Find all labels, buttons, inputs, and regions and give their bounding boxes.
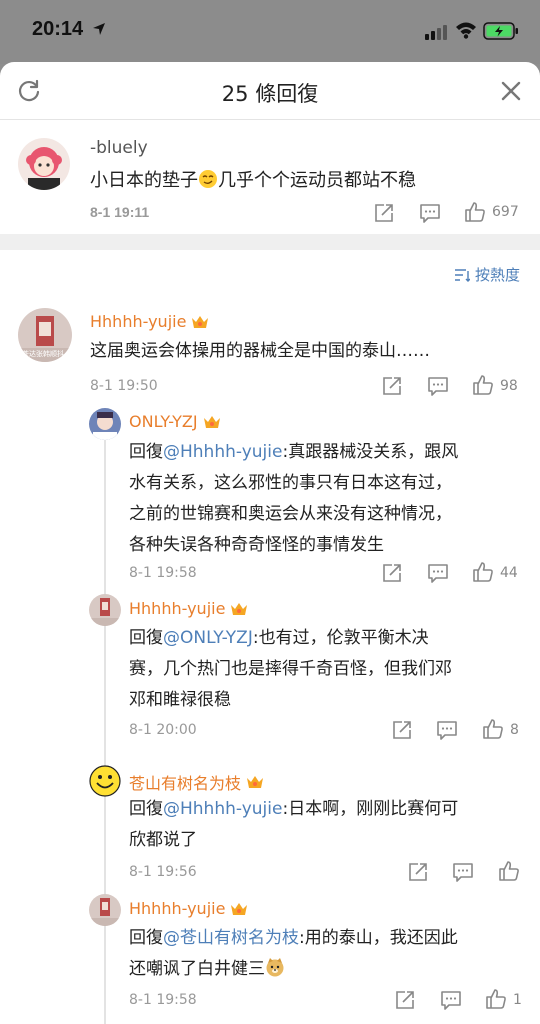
emoji-face-icon [199, 170, 217, 188]
reply-line: :也有过，伦敦平衡木决 [252, 628, 429, 648]
reply-prefix: 回復 [129, 799, 163, 819]
reply-text: 回復@Hhhhh-yujie:日本啊，刚刚比赛何可 欣都说了 [129, 794, 458, 856]
comment-icon[interactable] [419, 202, 441, 224]
reply-author-name: Hhhhh-yujie [129, 599, 226, 618]
reply-time: 8-1 19:58 [129, 565, 197, 581]
like-count: 44 [500, 565, 518, 581]
location-arrow-icon [93, 23, 105, 35]
avatar[interactable] [89, 408, 121, 440]
mention-link[interactable]: @Hhhhh-yujie [163, 799, 282, 819]
reply-text: 回復@ONLY-YZJ:也有过，伦敦平衡木决 赛，几个热门也是摔得千奇百怪，但我… [129, 623, 452, 716]
reply-line: :日本啊，刚刚比赛何可 [282, 799, 459, 819]
comment-icon[interactable] [436, 719, 458, 741]
sort-label: 按熱度 [474, 266, 520, 284]
post-author[interactable]: -bluely [90, 138, 148, 158]
section-divider [0, 234, 540, 250]
reply-line: 欣都说了 [129, 830, 197, 850]
like-icon[interactable] [472, 561, 494, 583]
crown-badge-icon [192, 315, 209, 328]
sort-icon [454, 268, 470, 282]
close-icon[interactable] [500, 80, 522, 102]
reply-line: 赛，几个热门也是摔得千奇百怪，但我们邓 [129, 659, 452, 679]
reply-prefix: 回復 [129, 628, 163, 648]
reply-text: 回復@Hhhhh-yujie:真跟器械没关系，跟风 水有关系，这么邪性的事只有日… [129, 437, 458, 561]
share-icon[interactable] [381, 375, 403, 397]
reply-line: 水有关系，这么邪性的事只有日本这有过， [129, 473, 452, 493]
crown-badge-icon [247, 776, 264, 788]
page-title: 25 條回復 [221, 82, 319, 106]
reply-author-name: 苍山有树名为枝 [129, 774, 242, 793]
avatar-caption: 苍达张韩顺抖 [22, 350, 64, 358]
comment-icon[interactable] [427, 375, 449, 397]
status-time: 20:14 [32, 18, 84, 40]
sort-bar: 按熱度 [0, 250, 540, 294]
like-icon[interactable] [485, 988, 507, 1010]
smiley-avatar-icon[interactable] [89, 765, 121, 797]
share-icon[interactable] [373, 202, 395, 224]
comment-icon[interactable] [427, 562, 449, 584]
reply-prefix: 回復 [129, 442, 163, 462]
crown-badge-icon [231, 602, 248, 615]
reply-prefix: 回復 [129, 928, 163, 948]
mention-link[interactable]: @Hhhhh-yujie [163, 442, 282, 462]
like-icon[interactable] [464, 201, 486, 223]
like-count: 1 [513, 992, 522, 1008]
reply-line: 还嘲讽了白井健三 [129, 959, 265, 979]
reply-line: 之前的世锦赛和奥运会从来没有这种情况， [129, 504, 452, 524]
reply-author-name: ONLY-YZJ [129, 412, 198, 431]
post-text: 小日本的垫子 几乎个个运动员都站不稳 [90, 166, 416, 192]
like-count: 8 [510, 722, 519, 738]
comment-time: 8-1 19:50 [90, 378, 158, 394]
share-icon[interactable] [407, 861, 429, 883]
share-icon[interactable] [391, 719, 413, 741]
status-bar: 20:14 [0, 0, 540, 64]
avatar[interactable] [89, 594, 121, 626]
reply-line: :真跟器械没关系，跟风 [282, 442, 459, 462]
original-post: -bluely 小日本的垫子 几乎个个运动员都站不稳 8-1 19:11 697 [0, 120, 540, 234]
replies-sheet: 25 條回復 -bluely 小日本的垫子 几乎个个运动员都站不稳 8-1 19:… [0, 62, 540, 1024]
mention-link[interactable]: @苍山有树名为枝 [163, 928, 299, 948]
like-icon[interactable] [472, 374, 494, 396]
wifi-icon [456, 22, 476, 39]
sheet-header: 25 條回復 [0, 62, 540, 120]
avatar[interactable] [18, 138, 70, 190]
comment-text: 这届奥运会体操用的器械全是中国的泰山…… [90, 341, 430, 361]
like-count: 98 [500, 378, 518, 394]
crown-badge-icon [231, 902, 248, 915]
reply-author-name: Hhhhh-yujie [129, 899, 226, 918]
like-count: 697 [492, 204, 519, 220]
signal-icon [425, 25, 447, 40]
mention-link[interactable]: @ONLY-YZJ [163, 628, 253, 648]
post-time: 8-1 19:11 [90, 204, 150, 220]
share-icon[interactable] [381, 562, 403, 584]
post-text-part1: 小日本的垫子 [90, 170, 198, 191]
battery-icon [483, 22, 518, 40]
reply-line: 邓和睢禄很稳 [129, 690, 231, 710]
comment-icon[interactable] [452, 861, 474, 883]
reply-author[interactable]: Hhhhh-yujie [129, 899, 249, 918]
doge-emoji-icon [266, 958, 284, 977]
comment-author-name: Hhhhh-yujie [90, 312, 187, 331]
share-icon[interactable] [394, 989, 416, 1011]
thread-line [104, 432, 106, 1024]
avatar[interactable]: 苍达张韩顺抖 [18, 308, 72, 362]
crown-badge-icon [203, 415, 220, 428]
avatar[interactable] [89, 894, 121, 926]
reply-author[interactable]: Hhhhh-yujie [129, 599, 249, 618]
reply-time: 8-1 20:00 [129, 722, 197, 738]
sort-button[interactable]: 按熱度 [454, 264, 520, 285]
post-text-part2: 几乎个个运动员都站不稳 [218, 170, 416, 191]
reply-author[interactable]: 苍山有树名为枝 [129, 770, 265, 794]
reply-line: :用的泰山，我还因此 [299, 928, 458, 948]
reply-time: 8-1 19:58 [129, 992, 197, 1008]
comment-icon[interactable] [440, 989, 462, 1011]
comment-author[interactable]: Hhhhh-yujie [90, 312, 210, 331]
reply-author[interactable]: ONLY-YZJ [129, 412, 222, 431]
reply-line: 各种失误各种奇奇怪怪的事情发生 [129, 535, 384, 555]
like-icon[interactable] [482, 718, 504, 740]
like-icon[interactable] [498, 860, 520, 882]
reply-time: 8-1 19:56 [129, 864, 197, 880]
reply-text: 回復@苍山有树名为枝:用的泰山，我还因此 还嘲讽了白井健三 [129, 923, 458, 985]
